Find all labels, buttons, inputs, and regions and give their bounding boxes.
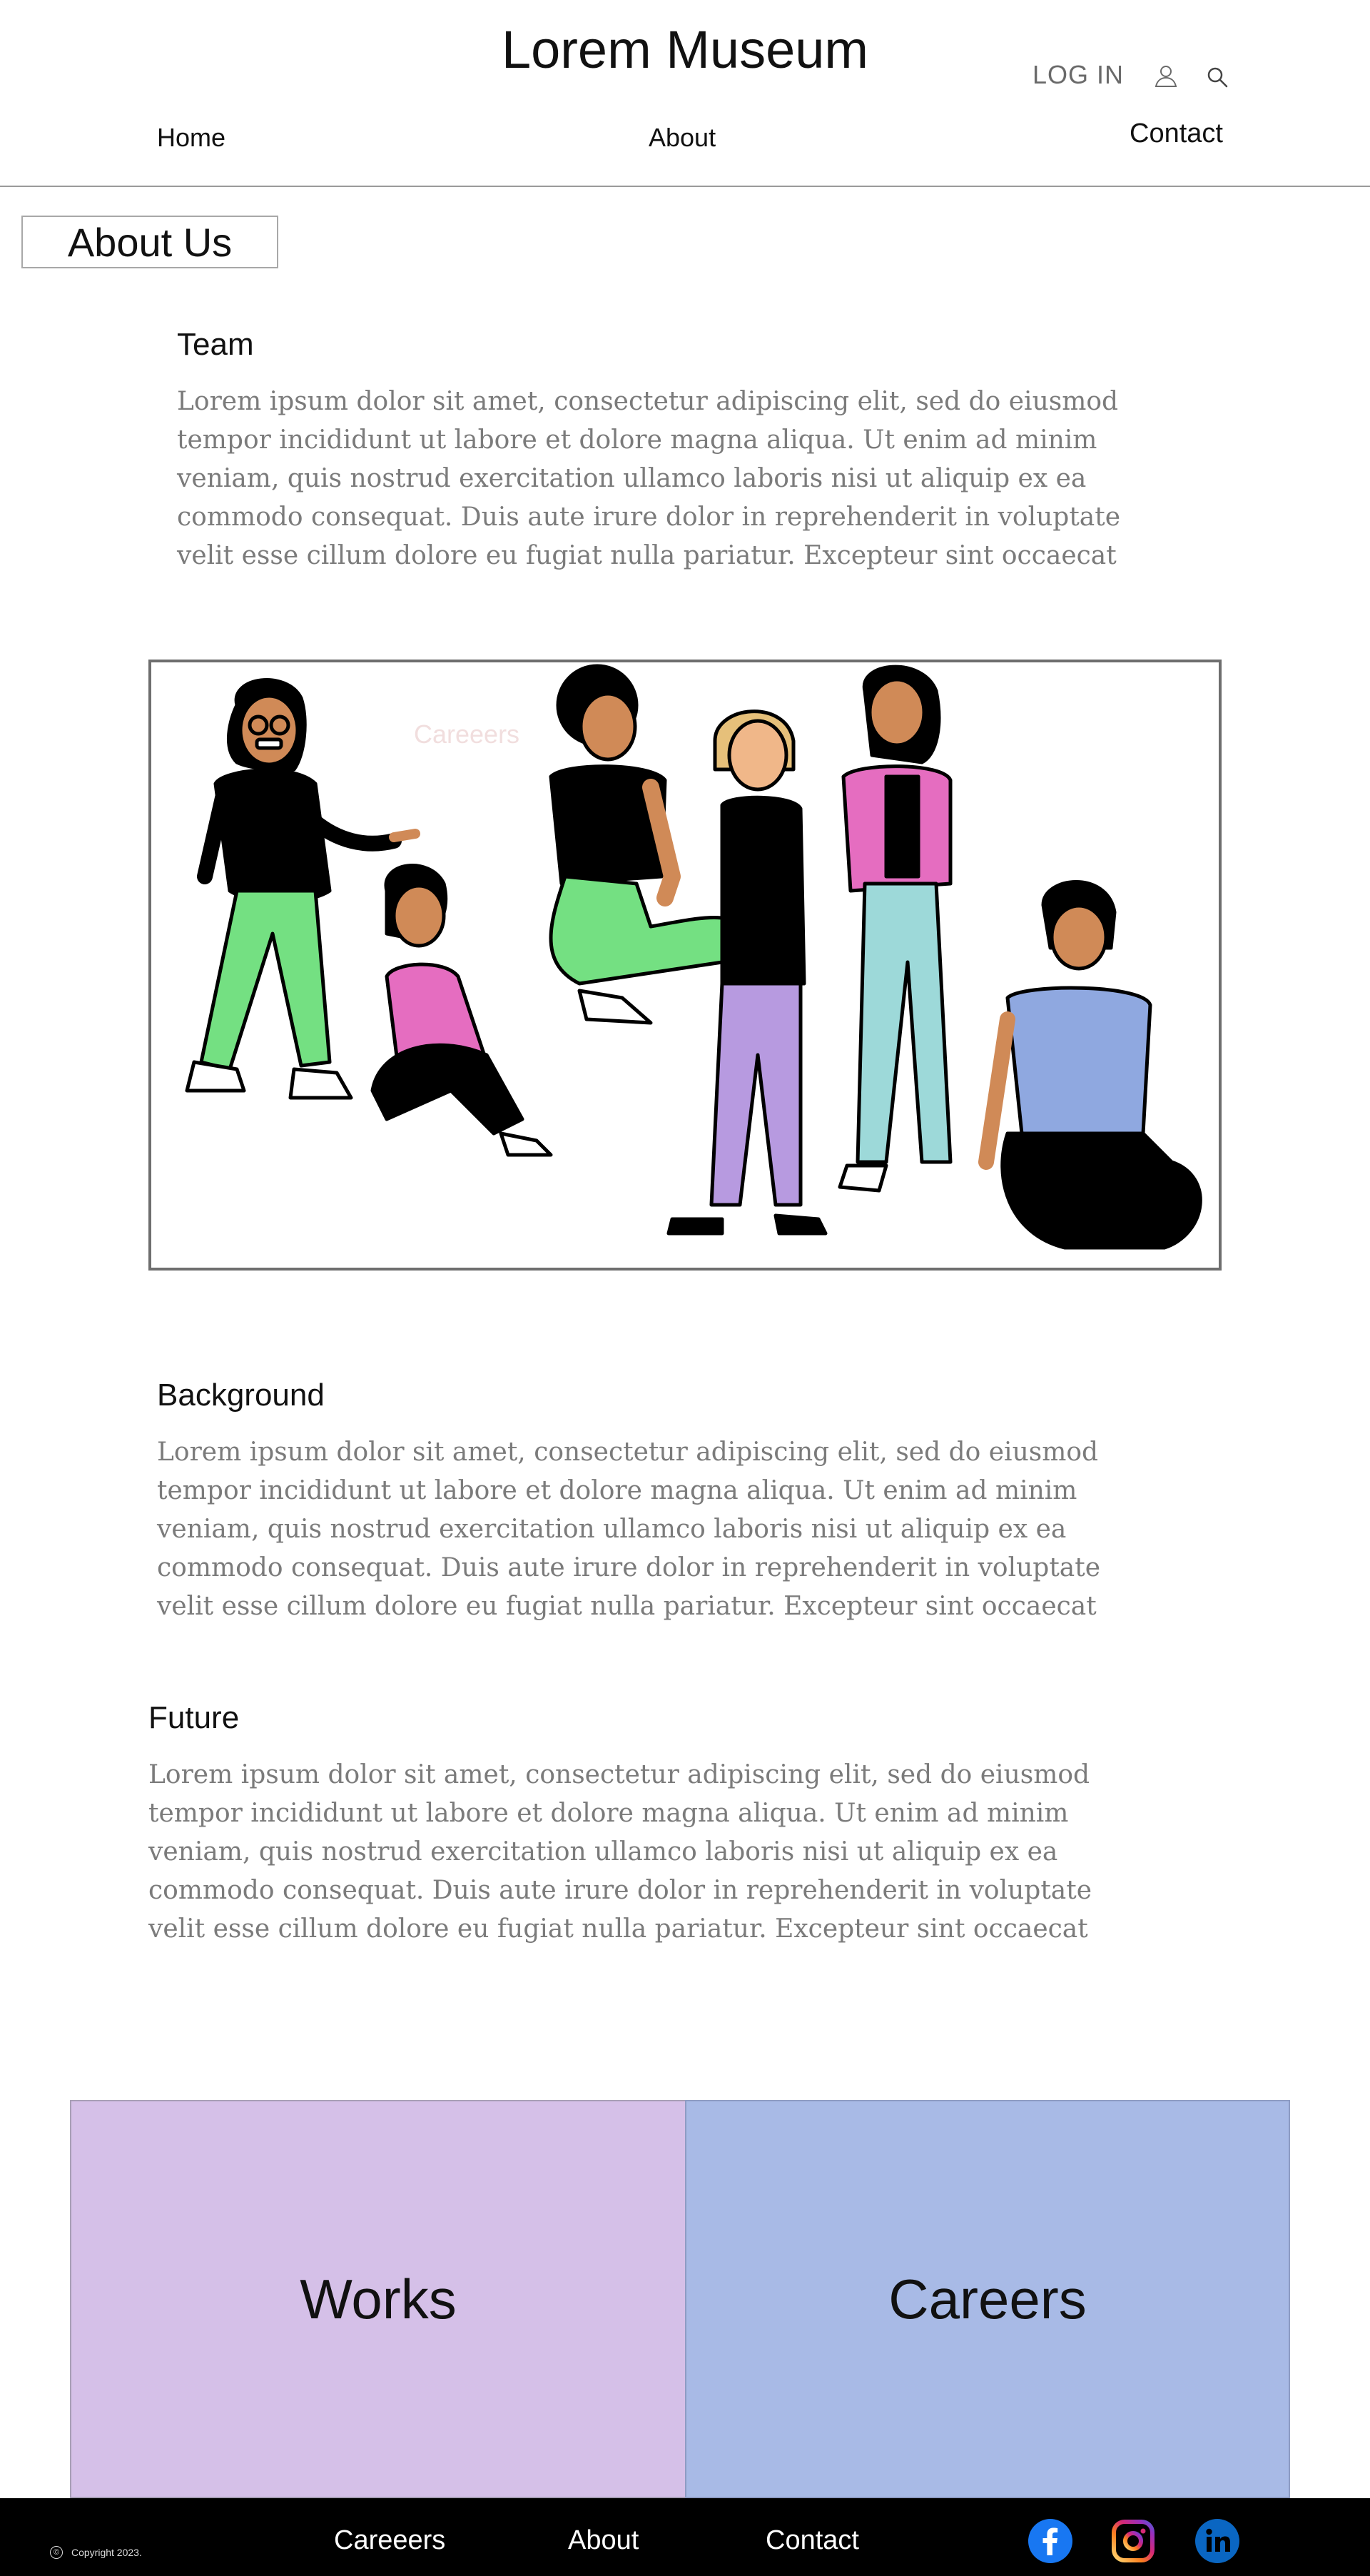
person-5 xyxy=(838,665,953,1193)
background-text-line: Lorem ipsum dolor sit amet, consectetur … xyxy=(157,1438,1099,1467)
works-tile[interactable]: Works xyxy=(70,2100,685,2498)
footer-link-contact[interactable]: Contact xyxy=(766,2525,859,2556)
future-text-line: velit esse cillum dolore eu fugiat nulla… xyxy=(148,1914,1088,1944)
careers-tile-label: Careers xyxy=(888,2267,1087,2330)
instagram-icon[interactable] xyxy=(1110,2518,1156,2564)
header-divider xyxy=(0,186,1370,187)
works-tile-label: Works xyxy=(300,2267,457,2330)
team-text: Lorem ipsum dolor sit amet, consectetur … xyxy=(177,383,1190,575)
login-link[interactable]: LOG IN xyxy=(1032,60,1124,90)
nav-about[interactable]: About xyxy=(649,123,716,153)
copyright: © Copyright 2023. xyxy=(50,2546,142,2559)
illustration-caption: Careeers xyxy=(414,719,520,749)
background-text-line: velit esse cillum dolore eu fugiat nulla… xyxy=(157,1592,1097,1621)
team-text-line: velit esse cillum dolore eu fugiat nulla… xyxy=(177,541,1117,570)
person-1 xyxy=(185,678,420,1100)
user-icon[interactable] xyxy=(1153,63,1179,89)
nav-home[interactable]: Home xyxy=(157,123,225,153)
team-title: Team xyxy=(177,327,254,362)
future-text-line: commodo consequat. Duis aute irure dolor… xyxy=(148,1876,1092,1905)
nav-contact[interactable]: Contact xyxy=(1130,118,1223,149)
future-text: Lorem ipsum dolor sit amet, consectetur … xyxy=(148,1756,1162,1949)
future-text-line: Lorem ipsum dolor sit amet, consectetur … xyxy=(148,1760,1090,1789)
footer xyxy=(0,2498,1370,2576)
background-text-line: tempor incididunt ut labore et dolore ma… xyxy=(157,1476,1077,1505)
copyright-icon: © xyxy=(50,2546,63,2559)
future-text-line: tempor incididunt ut labore et dolore ma… xyxy=(148,1799,1069,1828)
background-title: Background xyxy=(157,1378,325,1413)
background-text-line: veniam, quis nostrud exercitation ullamc… xyxy=(157,1515,1067,1544)
facebook-icon[interactable] xyxy=(1028,2518,1073,2564)
person-4 xyxy=(666,709,828,1236)
team-text-line: veniam, quis nostrud exercitation ullamc… xyxy=(177,464,1087,493)
background-text-line: commodo consequat. Duis aute irure dolor… xyxy=(157,1553,1101,1582)
future-text-line: veniam, quis nostrud exercitation ullamc… xyxy=(148,1837,1058,1867)
background-text: Lorem ipsum dolor sit amet, consectetur … xyxy=(157,1433,1170,1626)
team-text-line: Lorem ipsum dolor sit amet, consectetur … xyxy=(177,387,1119,416)
careers-tile[interactable]: Careers xyxy=(685,2100,1290,2498)
copyright-text: Copyright 2023. xyxy=(71,2547,142,2558)
team-text-line: commodo consequat. Duis aute irure dolor… xyxy=(177,502,1121,532)
person-2 xyxy=(370,864,553,1157)
about-us-heading: About Us xyxy=(21,216,278,268)
footer-link-careers[interactable]: Careeers xyxy=(334,2525,445,2556)
team-text-line: tempor incididunt ut labore et dolore ma… xyxy=(177,425,1097,455)
future-title: Future xyxy=(148,1700,240,1735)
people-group-illustration xyxy=(185,664,1202,1250)
team-illustration xyxy=(148,660,1222,1271)
linkedin-icon[interactable] xyxy=(1194,2518,1240,2564)
search-icon[interactable] xyxy=(1206,66,1229,89)
footer-link-about[interactable]: About xyxy=(568,2525,639,2556)
person-6 xyxy=(978,880,1202,1250)
